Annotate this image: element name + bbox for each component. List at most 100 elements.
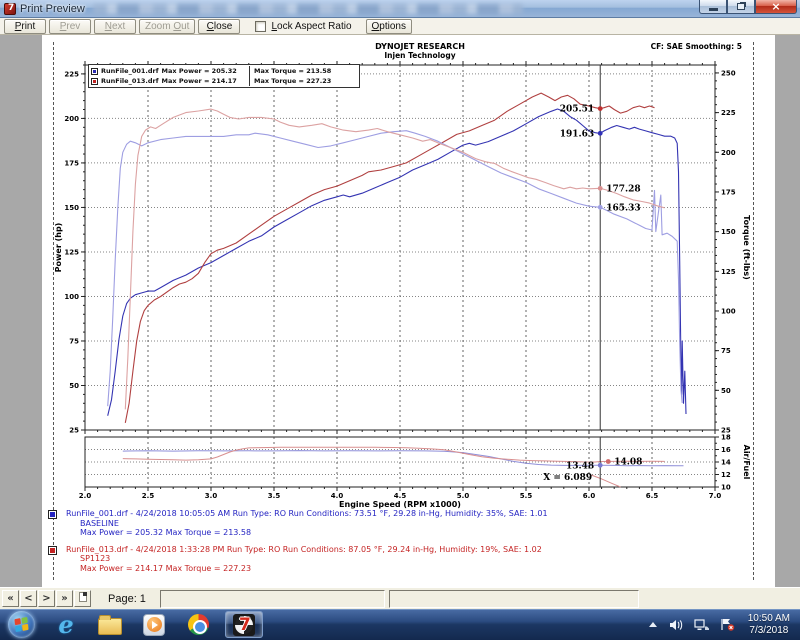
svg-text:175: 175: [64, 159, 79, 167]
svg-text:50: 50: [69, 382, 79, 390]
svg-text:16: 16: [721, 446, 731, 454]
marker-label: 14.08: [614, 458, 642, 468]
report-page[interactable]: DYNOJET RESEARCH Injen Technology CF: SA…: [42, 35, 775, 587]
run-info-baseline: RunFile_001.drf - 4/24/2018 10:05:05 AM …: [48, 509, 548, 538]
statusbar: « < > » Page: 1: [0, 587, 800, 609]
hidden-icons-arrow[interactable]: [649, 622, 657, 627]
run-max-values: Max Power = 205.32 Max Torque = 213.58: [66, 528, 548, 538]
series-af-sp1123-red-dropout: [592, 475, 621, 487]
series-torque-baseline-lightblue: [108, 131, 683, 407]
svg-text:25: 25: [69, 427, 79, 435]
titlebar: Print Preview ×: [0, 0, 800, 18]
run-swatch-sp1123: [48, 546, 57, 555]
media-player-icon[interactable]: [137, 611, 171, 639]
run-swatch-baseline: [48, 510, 57, 519]
next-button[interactable]: Next: [94, 19, 136, 34]
marker-label: 13.48: [566, 461, 594, 471]
print-button[interactable]: Print: [4, 19, 46, 34]
svg-text:4.0: 4.0: [331, 492, 344, 500]
minimize-button[interactable]: [699, 0, 727, 14]
svg-text:18: 18: [721, 434, 731, 442]
lock-aspect-label: Lock Aspect Ratio: [271, 21, 351, 32]
page-margin-left: [53, 42, 54, 580]
volume-icon[interactable]: [669, 619, 683, 631]
svg-text:Air/Fuel: Air/Fuel: [742, 445, 751, 480]
minimize-icon: [709, 8, 718, 11]
svg-text:2.5: 2.5: [142, 492, 155, 500]
svg-text:225: 225: [64, 70, 79, 78]
series-torque-sp1123-pink: [125, 109, 664, 409]
start-button[interactable]: [8, 611, 35, 638]
svg-text:200: 200: [64, 115, 79, 123]
last-page-button[interactable]: »: [56, 590, 73, 607]
network-icon[interactable]: [694, 619, 709, 631]
first-page-button[interactable]: «: [2, 590, 19, 607]
legend-row-baseline: RunFile_001.drf Max Power = 205.32 Max T…: [89, 66, 359, 76]
svg-text:7.0: 7.0: [709, 492, 722, 500]
close-window-button[interactable]: ×: [755, 0, 797, 14]
page-icon: [79, 592, 87, 602]
lock-aspect-checkbox[interactable]: [255, 21, 266, 32]
windows-flag-icon: [14, 617, 28, 632]
restore-button[interactable]: [727, 0, 755, 14]
legend-swatch-baseline: [91, 68, 98, 75]
legend-file: RunFile_013.drf: [101, 77, 159, 85]
svg-text:14: 14: [721, 459, 731, 467]
marker-label: 191.63: [560, 129, 594, 139]
page-indicator: Page: 1: [108, 593, 146, 605]
legend-max-torque: Max Torque = 227.23: [249, 76, 331, 86]
series-af-baseline-blue: [123, 451, 684, 466]
svg-text:150: 150: [64, 204, 79, 212]
svg-text:50: 50: [721, 387, 731, 395]
svg-text:10: 10: [721, 484, 731, 492]
marker-label: 165.33: [606, 203, 640, 213]
windows-explorer-icon[interactable]: [93, 611, 127, 639]
legend-swatch-sp1123: [91, 78, 98, 85]
prev-page-button[interactable]: <: [20, 590, 37, 607]
run-conditions-line: RunFile_001.drf - 4/24/2018 10:05:05 AM …: [66, 509, 548, 519]
chart-main: 255075100125150175200225Power (hp)255075…: [42, 35, 775, 587]
toolbar: Print Prev Next Zoom Out Close Lock Aspe…: [0, 18, 800, 35]
svg-text:2.0: 2.0: [79, 492, 92, 500]
svg-text:100: 100: [721, 307, 736, 315]
app-icon: [4, 3, 16, 15]
chrome-icon[interactable]: [181, 611, 215, 639]
zoom-out-button[interactable]: Zoom Out: [139, 19, 195, 34]
legend-max-power: Max Power = 214.17: [162, 77, 237, 85]
marker-dot-14.08: [606, 459, 611, 464]
clock-time: 10:50 AM: [748, 613, 790, 625]
svg-text:3.0: 3.0: [205, 492, 218, 500]
svg-text:5.0: 5.0: [457, 492, 470, 500]
svg-text:200: 200: [721, 149, 736, 157]
svg-text:225: 225: [721, 109, 736, 117]
prev-button[interactable]: Prev: [49, 19, 91, 34]
run-max-values: Max Power = 214.17 Max Torque = 227.23: [66, 564, 542, 574]
svg-text:12: 12: [721, 471, 731, 479]
marker-dot-177.28: [598, 186, 603, 191]
chart-legend: RunFile_001.drf Max Power = 205.32 Max T…: [88, 64, 360, 88]
svg-text:125: 125: [64, 248, 79, 256]
close-preview-button[interactable]: Close: [198, 19, 240, 34]
cursor-label: X = 6.089: [543, 473, 592, 483]
svg-text:250: 250: [721, 69, 736, 77]
internet-explorer-icon[interactable]: e: [49, 611, 83, 639]
preview-area: DYNOJET RESEARCH Injen Technology CF: SA…: [0, 35, 800, 587]
dynojet-winpep-taskbar-button[interactable]: 7: [225, 611, 263, 638]
page-setup-button[interactable]: [74, 590, 91, 607]
action-center-flag-icon[interactable]: [720, 618, 735, 631]
next-page-button[interactable]: >: [38, 590, 55, 607]
options-button[interactable]: Options: [366, 19, 412, 34]
svg-text:Torque (ft-lbs): Torque (ft-lbs): [742, 215, 751, 280]
correction-smoothing-label: CF: SAE Smoothing: 5: [651, 42, 742, 51]
close-icon: ×: [771, 0, 780, 13]
report-header: DYNOJET RESEARCH Injen Technology: [282, 42, 558, 60]
restore-icon: [737, 3, 745, 10]
svg-text:6.5: 6.5: [646, 492, 659, 500]
statusbar-panel: [389, 590, 639, 608]
run-info-section: RunFile_001.drf - 4/24/2018 10:05:05 AM …: [48, 509, 548, 580]
legend-max-power: Max Power = 205.32: [162, 67, 237, 75]
run-conditions-line: RunFile_013.drf - 4/24/2018 1:33:28 PM R…: [66, 545, 542, 555]
page-margin-right: [753, 42, 754, 580]
svg-text:3.5: 3.5: [268, 492, 281, 500]
taskbar-clock[interactable]: 10:50 AM 7/3/2018: [748, 613, 790, 637]
